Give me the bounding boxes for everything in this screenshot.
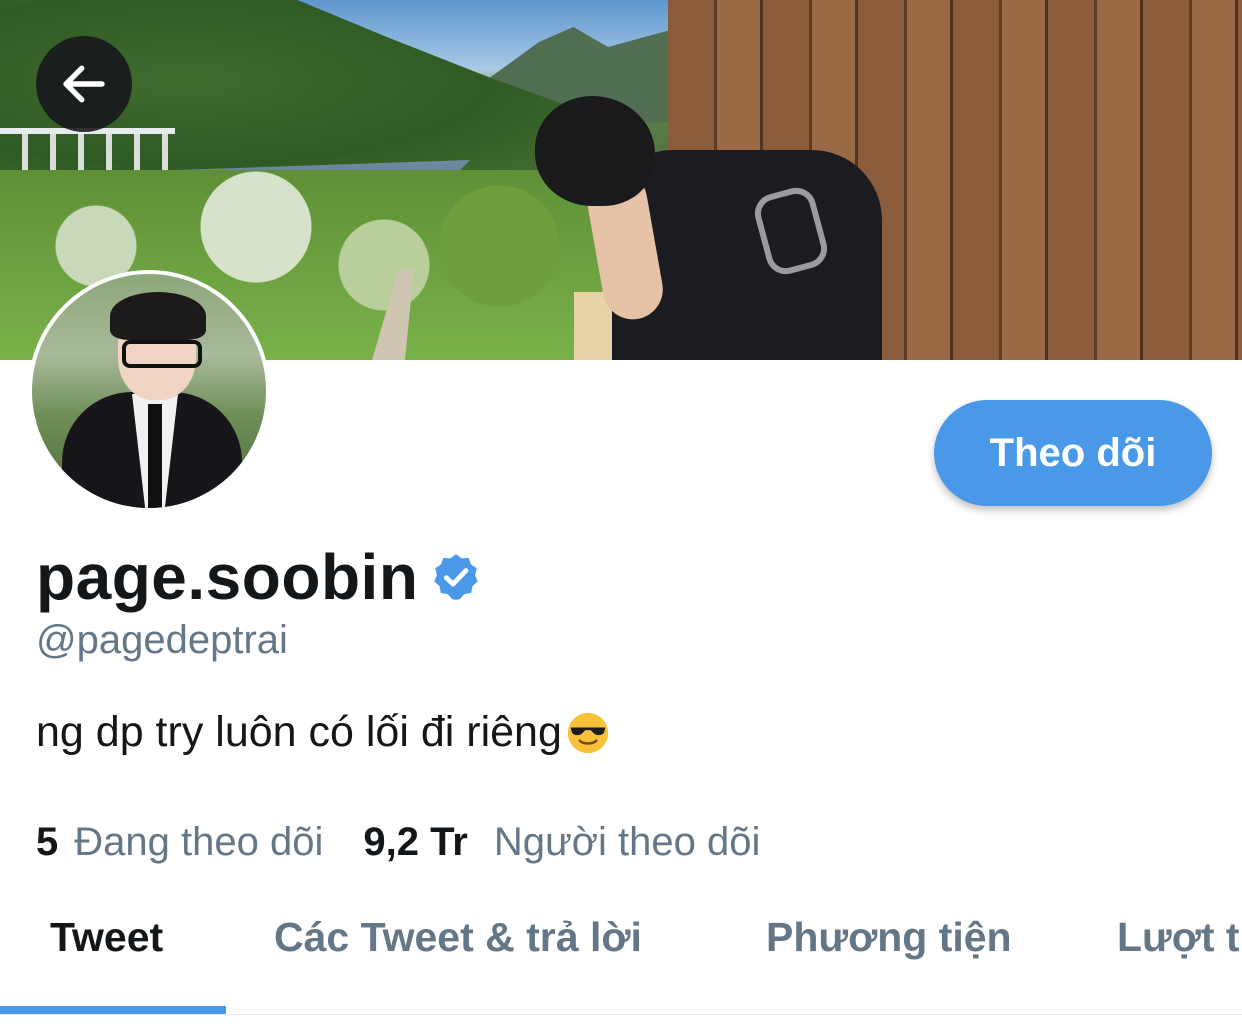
- avatar-photo: [32, 274, 266, 508]
- active-tab-indicator: [0, 1006, 226, 1014]
- avatar-tie: [148, 404, 162, 508]
- tab-likes[interactable]: Lượt t: [1117, 914, 1240, 961]
- smiling-face-with-sunglasses-icon: [567, 712, 609, 753]
- profile-tabs: Tweet Các Tweet & trả lời Phương tiện Lư…: [0, 900, 1242, 1010]
- user-handle: @pagedeptrai: [36, 618, 288, 662]
- profile-avatar[interactable]: [28, 270, 270, 512]
- tab-tweets-and-replies[interactable]: Các Tweet & trả lời: [274, 914, 642, 961]
- arrow-left-icon: [63, 65, 105, 103]
- bio-text: ng dp try luôn có lối đi riêng: [36, 708, 562, 756]
- follow-stats: 5 Đang theo dõi 9,2 Tr Người theo dõi: [36, 820, 760, 865]
- tabs-divider: [0, 1014, 1242, 1015]
- verified-badge-icon: [434, 554, 479, 600]
- display-name: page.soobin: [36, 541, 419, 613]
- followers-stat[interactable]: 9,2 Tr Người theo dõi: [363, 820, 760, 865]
- avatar-hair: [110, 292, 206, 340]
- tab-media[interactable]: Phương tiện: [766, 914, 1012, 961]
- following-stat[interactable]: 5 Đang theo dõi: [36, 820, 323, 865]
- back-button[interactable]: [36, 36, 132, 132]
- tab-tweets[interactable]: Tweet: [50, 914, 163, 961]
- followers-count: 9,2 Tr: [363, 820, 468, 864]
- following-count: 5: [36, 820, 59, 864]
- banner-person-head: [535, 96, 655, 206]
- bio: ng dp try luôn có lối đi riêng: [36, 708, 610, 757]
- avatar-glasses: [122, 340, 202, 368]
- following-label: Đang theo dõi: [74, 820, 324, 864]
- name-row: page.soobin: [36, 540, 482, 614]
- follow-button[interactable]: Theo dõi: [934, 400, 1212, 506]
- followers-label: Người theo dõi: [493, 820, 761, 864]
